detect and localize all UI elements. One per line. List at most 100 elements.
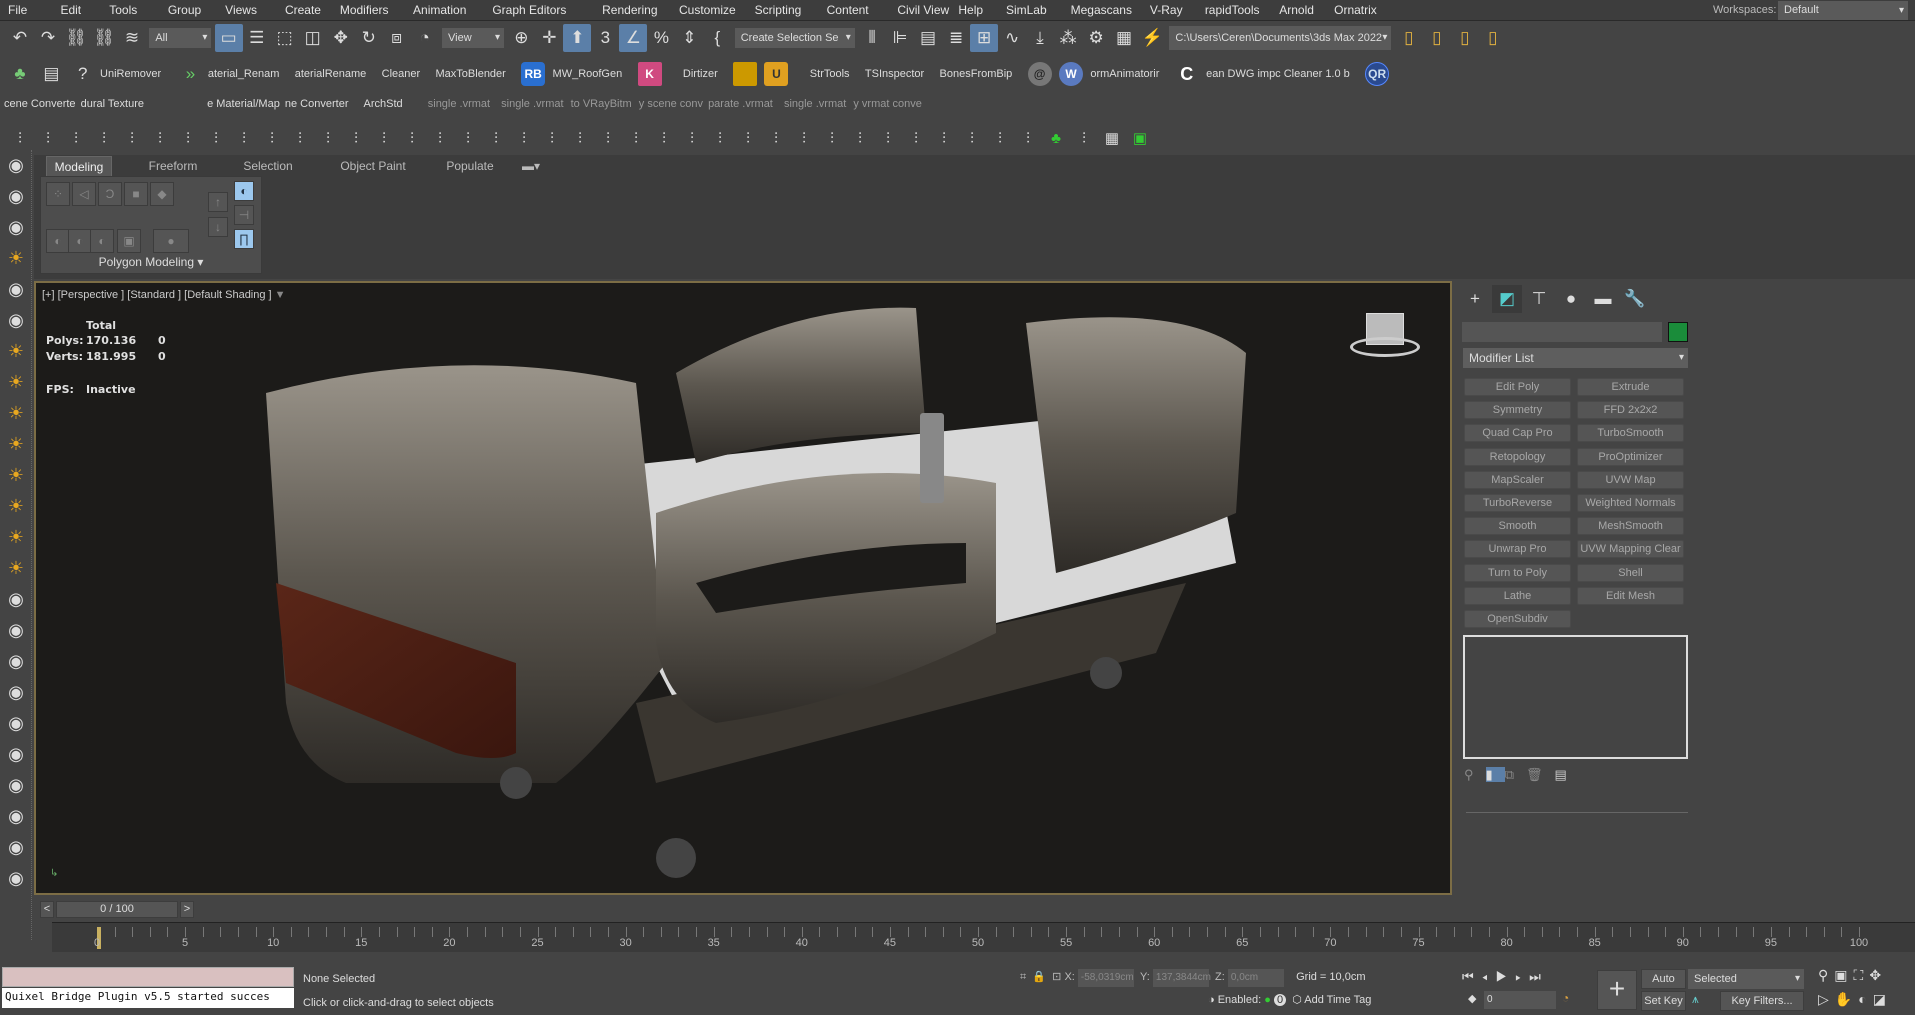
flame-icon[interactable]: ☀ xyxy=(0,491,32,522)
select-by-name-icon[interactable]: ☰ xyxy=(243,24,271,52)
perspective-viewport[interactable]: [+] [Perspective ] [Standard ] [Default … xyxy=(34,281,1452,895)
symmetry-icon[interactable]: ⫶ xyxy=(538,124,566,152)
sky-icon[interactable]: ☀ xyxy=(0,522,32,553)
script-scene-conv[interactable]: y scene conv xyxy=(639,98,703,110)
script-converter[interactable]: ne Converter xyxy=(285,98,349,110)
pivot-icon[interactable]: ⊕ xyxy=(507,24,535,52)
align-icon[interactable]: ⊫ xyxy=(886,24,914,52)
create-tab-icon[interactable]: + xyxy=(1460,285,1490,313)
stack-up-icon[interactable]: ↑ xyxy=(208,192,228,212)
braid-icon[interactable]: ⫶ xyxy=(818,124,846,152)
lock-icon[interactable]: 🔒 xyxy=(1032,971,1046,983)
menu-content[interactable]: Content xyxy=(827,3,869,17)
zoom-extents-icon[interactable]: ⛶ xyxy=(1854,967,1870,983)
modifier-button-prooptimizer[interactable]: ProOptimizer xyxy=(1577,447,1684,466)
push-away-icon[interactable]: ⫶ xyxy=(258,124,286,152)
daylight-icon[interactable]: ☀ xyxy=(0,553,32,584)
strand-icon[interactable]: ⫶ xyxy=(90,124,118,152)
zoom-all-icon[interactable]: ▣ xyxy=(1834,967,1853,983)
go-to-end-icon[interactable]: ⏭ xyxy=(1529,969,1549,984)
set-key-button[interactable]: Set Key xyxy=(1641,991,1686,1011)
lock-icon[interactable]: ⫶ xyxy=(902,124,930,152)
manipulate-icon[interactable]: ⬆ xyxy=(563,24,592,52)
time-configuration-icon[interactable]: ◔ xyxy=(1562,991,1569,1005)
light-list-icon[interactable]: ☀ xyxy=(0,243,32,274)
surface-comb-icon[interactable]: ⫶ xyxy=(314,124,342,152)
mirror-icon[interactable]: ⫴ xyxy=(858,24,886,52)
unlink-icon[interactable]: ⛓ xyxy=(90,24,118,52)
teapot-icon[interactable]: ◉ xyxy=(0,150,32,181)
pan-icon[interactable]: ✋ xyxy=(1835,991,1858,1007)
hierarchy-tab-icon[interactable]: ⊤ xyxy=(1524,285,1554,313)
edge-icon[interactable]: ◁ xyxy=(72,182,96,206)
zoom-icon[interactable]: ⚲ xyxy=(1818,967,1834,983)
modifier-button-opensubdiv[interactable]: OpenSubdiv xyxy=(1464,610,1571,628)
stack-down-icon[interactable]: ↓ xyxy=(208,217,228,237)
u-tool-icon[interactable]: U xyxy=(764,62,789,86)
strips-icon[interactable]: ⫶ xyxy=(958,124,986,152)
modifier-button-turn-to-poly[interactable]: Turn to Poly xyxy=(1464,563,1571,582)
script-vrmat-2[interactable]: single .vrmat xyxy=(501,98,563,110)
schematic-view-icon[interactable]: ⤓ xyxy=(1026,24,1054,52)
menu-rendering[interactable]: Rendering xyxy=(602,3,657,17)
guides-icon[interactable]: ⫶ xyxy=(34,124,62,152)
script-procedural-texture[interactable]: dural Texture xyxy=(81,98,144,110)
menu-arnold[interactable]: Arnold xyxy=(1279,3,1314,17)
snap-3d-icon[interactable]: 3 xyxy=(591,24,619,52)
propagation-icon[interactable]: ⫶ xyxy=(482,124,510,152)
menu-group[interactable]: Group xyxy=(168,3,201,17)
maxscript-listener-output[interactable]: Quixel Bridge Plugin v5.5 started succes xyxy=(2,988,294,1008)
globe-icon[interactable]: ◉ xyxy=(0,739,32,770)
green-panel-icon[interactable]: ▣ xyxy=(1126,124,1154,152)
weave-icon[interactable]: ⫶ xyxy=(762,124,790,152)
layer-explorer-icon[interactable]: ≣ xyxy=(942,24,970,52)
pin-stack-icon[interactable]: ⚲ xyxy=(1464,767,1486,782)
z-coordinate-field[interactable]: 0,0cm xyxy=(1227,969,1284,987)
make-unique-icon[interactable]: ⧉ xyxy=(1505,767,1526,782)
qr-badge-icon[interactable]: QR xyxy=(1365,62,1390,86)
object-mode-icon[interactable]: ◐ xyxy=(90,229,114,253)
trees-icon[interactable]: ♣ xyxy=(6,60,34,88)
modifier-button-uvw-map[interactable]: UVW Map xyxy=(1577,470,1684,489)
spot-icon[interactable]: ☀ xyxy=(0,429,32,460)
hospital-bed-model[interactable] xyxy=(36,283,1452,895)
script-archstd[interactable]: ArchStd xyxy=(364,98,403,110)
key-mode-icon[interactable]: ◆ xyxy=(1468,992,1476,1005)
timeline-track[interactable]: 0 5 10 15 20 25 30 35 40 45 50 55 60 65 70 75 80 85 90 95 10… xyxy=(52,922,1915,952)
menu-file[interactable]: File xyxy=(8,3,27,17)
percent-snap-icon[interactable]: % xyxy=(647,24,675,52)
display-tab-icon[interactable]: ▬ xyxy=(1588,285,1618,313)
length-icon[interactable]: ⫶ xyxy=(202,124,230,152)
plugin-tsinspector[interactable]: TSInspector xyxy=(865,68,924,80)
modifier-stack[interactable] xyxy=(1463,635,1688,759)
script-vrmat-1[interactable]: single .vrmat xyxy=(428,98,490,110)
preserve-uvs-icon[interactable]: ● xyxy=(153,229,189,253)
plugin-cleaner[interactable]: Cleaner xyxy=(382,68,421,80)
next-frame-icon[interactable]: ▸ xyxy=(1515,969,1529,984)
camera-icon[interactable]: ◉ xyxy=(0,305,32,336)
current-frame-field[interactable]: 0 xyxy=(1484,991,1556,1009)
comb-icon[interactable]: ⫶ xyxy=(986,124,1014,152)
polygon-icon[interactable]: ■ xyxy=(124,182,148,206)
script-vrmat-conv[interactable]: y vrmat conve xyxy=(853,98,921,110)
reference-coordinate-dropdown[interactable]: View xyxy=(442,28,505,48)
script-separate-vrmat[interactable]: parate .vrmat xyxy=(708,98,773,110)
brush-icon[interactable]: ⫶ xyxy=(62,124,90,152)
go-to-start-icon[interactable]: ⏮ xyxy=(1462,969,1482,984)
paint-icon[interactable]: ◉ xyxy=(0,832,32,863)
menu-create[interactable]: Create xyxy=(285,3,321,17)
ox-fur-icon[interactable]: ⫶ xyxy=(1014,124,1042,152)
ribbon-toggle-icon[interactable]: ⊞ xyxy=(970,24,999,52)
field-of-view-icon[interactable]: ▷ xyxy=(1818,991,1835,1007)
add-time-tag-button[interactable]: Add Time Tag xyxy=(1304,994,1371,1006)
script-to-vraybitmap[interactable]: to VRayBitm xyxy=(571,98,632,110)
modifier-button-weighted-normals[interactable]: Weighted Normals xyxy=(1577,494,1684,512)
move-icon[interactable]: ✥ xyxy=(327,24,355,52)
tab-selection[interactable]: Selection xyxy=(226,156,310,176)
border-icon[interactable]: Ɔ xyxy=(98,182,122,206)
k-logo-icon[interactable]: K xyxy=(637,62,662,86)
plugin-bonesfrombip[interactable]: BonesFromBip xyxy=(940,68,1013,80)
scene-explorer-icon[interactable]: ▤ xyxy=(914,24,942,52)
plugin-mw-roofgen[interactable]: MW_RoofGen xyxy=(553,68,623,80)
polygon-modeling-dropdown[interactable]: Polygon Modeling ▾ xyxy=(41,255,261,269)
